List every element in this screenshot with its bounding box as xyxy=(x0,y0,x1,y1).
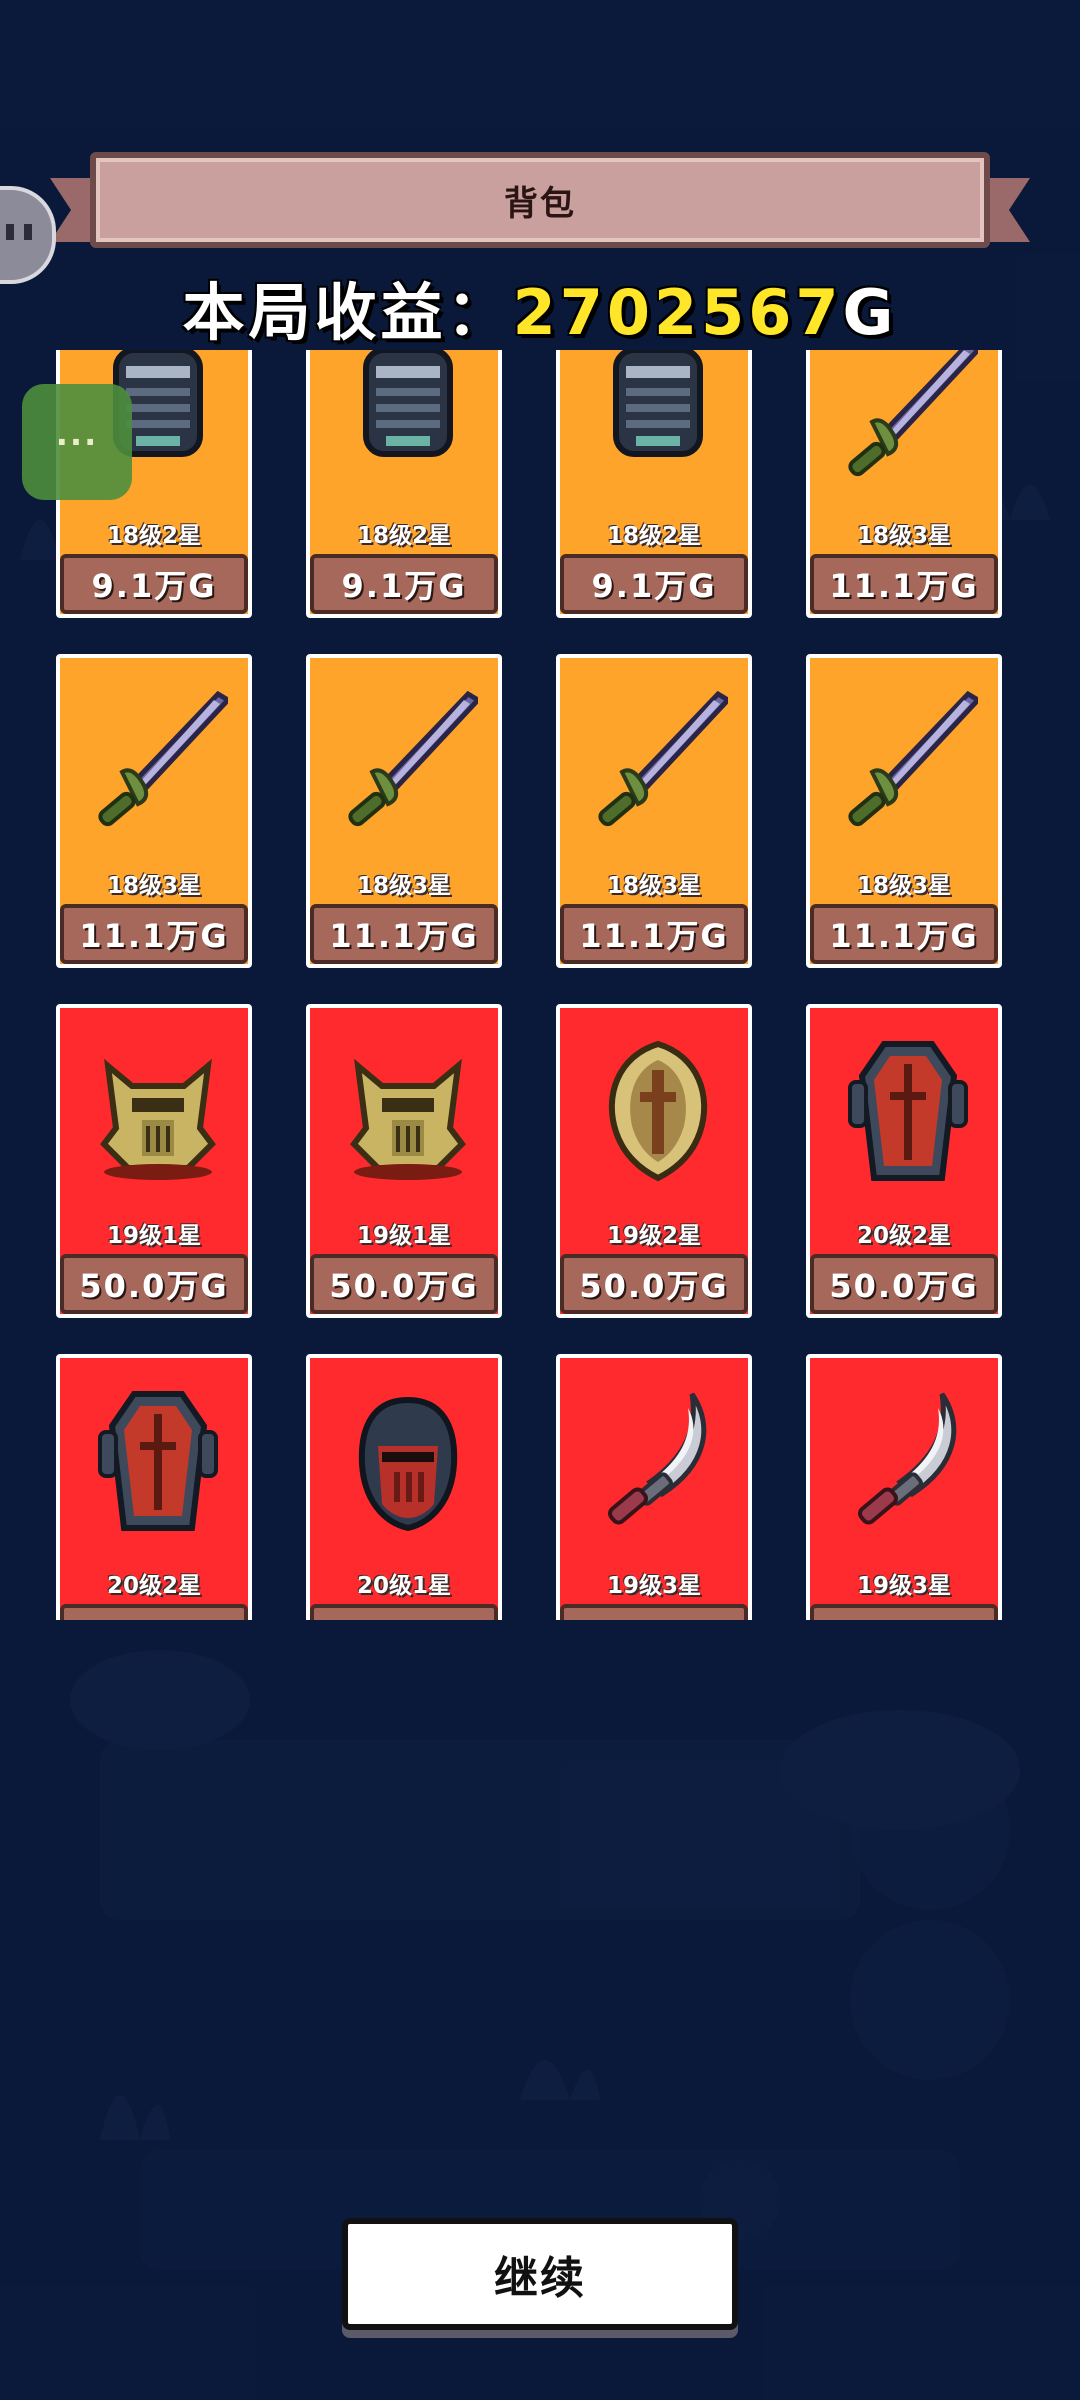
purple-dagger-icon xyxy=(338,686,478,836)
item-level: 18级3星 xyxy=(106,873,201,899)
item-card[interactable]: 20级2星 50.0万G xyxy=(56,1354,252,1620)
item-price: 9.1万G xyxy=(310,554,498,614)
golden-helmet-icon xyxy=(88,1036,228,1186)
item-price: 50.0万G xyxy=(560,1254,748,1314)
item-card[interactable]: 18级3星 11.1万G xyxy=(556,654,752,968)
item-card[interactable]: 18级3星 11.1万G xyxy=(806,654,1002,968)
session-earnings: 本局收益：2702567G xyxy=(0,262,1080,352)
header-ribbon: 背包 xyxy=(50,148,1030,248)
dark-helmet-icon xyxy=(588,350,728,486)
item-card[interactable]: 19级1星 50.0万G xyxy=(306,1004,502,1318)
item-price: 50.0万G xyxy=(810,1254,998,1314)
ribbon-banner: 背包 xyxy=(90,152,990,248)
item-level: 20级2星 xyxy=(856,1223,951,1249)
item-card[interactable]: 19级3星 50.0万G xyxy=(806,1354,1002,1620)
mascot-eye-right xyxy=(24,224,32,240)
item-price: 11.1万G xyxy=(810,904,998,964)
item-level: 20级2星 xyxy=(106,1573,201,1599)
dark-helmet-icon xyxy=(338,350,478,486)
curved-blade-icon xyxy=(838,1386,978,1536)
item-price: 11.1万G xyxy=(310,904,498,964)
item-level: 19级1星 xyxy=(106,1223,201,1249)
item-level: 18级3星 xyxy=(356,873,451,899)
purple-dagger-icon xyxy=(88,686,228,836)
item-card[interactable]: 19级3星 50.0万G xyxy=(556,1354,752,1620)
mascot-eye-left xyxy=(6,224,14,240)
item-level: 19级2星 xyxy=(606,1223,701,1249)
item-price: 50.0万G xyxy=(810,1604,998,1620)
golden-emblem-icon xyxy=(588,1036,728,1186)
item-level: 18级2星 xyxy=(606,523,701,549)
purple-dagger-icon xyxy=(588,686,728,836)
item-card[interactable]: 18级3星 11.1万G xyxy=(806,350,1002,618)
item-price: 9.1万G xyxy=(560,554,748,614)
item-card[interactable]: 18级3星 11.1万G xyxy=(306,654,502,968)
item-price: 50.0万G xyxy=(310,1254,498,1314)
earnings-label: 本局收益： xyxy=(182,276,513,349)
red-coffin-shield-icon xyxy=(88,1386,228,1536)
inventory-scroll-area[interactable]: 18级2星 9.1万G 18级2星 9.1万G 18级2星 9.1万G 18级3星 11… xyxy=(0,350,1080,1620)
item-price: 11.1万G xyxy=(810,554,998,614)
item-card[interactable]: 18级2星 9.1万G xyxy=(306,350,502,618)
item-price: 50.0万G xyxy=(310,1604,498,1620)
item-price: 11.1万G xyxy=(560,904,748,964)
curved-blade-icon xyxy=(588,1386,728,1536)
more-icon[interactable]: ··· xyxy=(22,384,132,500)
item-card[interactable]: 20级1星 50.0万G xyxy=(306,1354,502,1620)
red-mask-helmet-icon xyxy=(338,1386,478,1536)
golden-helmet-icon xyxy=(338,1036,478,1186)
continue-button-label: 继续 xyxy=(494,2253,586,2304)
purple-dagger-icon xyxy=(838,686,978,836)
item-level: 18级2星 xyxy=(106,523,201,549)
item-level: 18级3星 xyxy=(856,523,951,549)
item-card[interactable]: 18级3星 11.1万G xyxy=(56,654,252,968)
item-card[interactable]: 19级2星 50.0万G xyxy=(556,1004,752,1318)
item-card[interactable]: 19级1星 50.0万G xyxy=(56,1004,252,1318)
item-price: 50.0万G xyxy=(560,1604,748,1620)
red-coffin-shield-icon xyxy=(838,1036,978,1186)
item-level: 19级1星 xyxy=(356,1223,451,1249)
item-level: 18级3星 xyxy=(606,873,701,899)
item-card[interactable]: 20级2星 50.0万G xyxy=(806,1004,1002,1318)
item-level: 19级3星 xyxy=(606,1573,701,1599)
earnings-unit: G xyxy=(842,276,898,349)
page-title: 背包 xyxy=(504,183,576,224)
earnings-value: 2702567 xyxy=(512,276,843,349)
item-level: 18级2星 xyxy=(356,523,451,549)
more-dots: ··· xyxy=(55,423,99,461)
item-level: 20级1星 xyxy=(356,1573,451,1599)
item-price: 11.1万G xyxy=(60,904,248,964)
item-price: 50.0万G xyxy=(60,1604,248,1620)
item-level: 18级3星 xyxy=(856,873,951,899)
item-price: 50.0万G xyxy=(60,1254,248,1314)
item-price: 9.1万G xyxy=(60,554,248,614)
inventory-grid: 18级2星 9.1万G 18级2星 9.1万G 18级2星 9.1万G 18级3星 11… xyxy=(56,350,1002,1620)
purple-dagger-icon xyxy=(838,350,978,486)
item-level: 19级3星 xyxy=(856,1573,951,1599)
item-card[interactable]: 18级2星 9.1万G xyxy=(556,350,752,618)
continue-button[interactable]: 继续 xyxy=(342,2218,738,2330)
